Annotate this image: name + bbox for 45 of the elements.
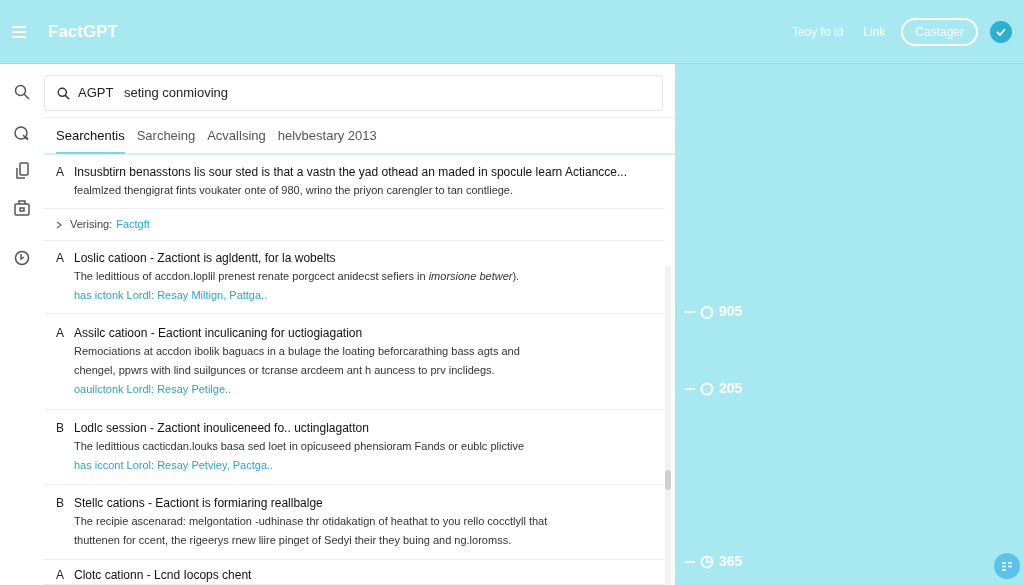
result-text: fealmlzed thengigrat fints voukater onte of 980, wrino the priyon carengler to tan contliege.	[74, 183, 515, 198]
result-letter: A	[56, 250, 65, 267]
tab[interactable]: Searchentis	[56, 119, 125, 154]
result-letter: A	[56, 164, 65, 181]
result-letter: A	[56, 567, 65, 584]
bag-icon[interactable]	[14, 200, 30, 216]
result-title[interactable]: Clotc cationn - Lcnd Iocops chent	[74, 566, 252, 584]
result-title[interactable]: Loslic catioon - Zactiont is agldentt, for la wobelts	[74, 249, 520, 267]
search-field[interactable]: AGPT seting conmioving	[44, 75, 663, 111]
result-title[interactable]: Insusbtirn benasstons lis sour sted is that a vastn the yad othead an maded in spocule learn Actiancce...	[74, 163, 627, 181]
scrollbar[interactable]	[665, 265, 671, 585]
pie-icon	[700, 554, 714, 569]
history-icon[interactable]	[14, 250, 30, 266]
marker-value: 205	[719, 379, 743, 398]
search-icon	[57, 86, 70, 100]
result-text: thuttenen for ccent, the rigeerys rnew liire pinget of Sedyi their they buing and ng.loromss.	[74, 533, 513, 548]
marker-value: 905	[719, 302, 743, 321]
result-text: The ledittious of accdon.loplil prenest renate porgcect anidecst sefiers in imorsione betwer).	[74, 269, 520, 284]
tick-mark	[685, 560, 695, 563]
tab[interactable]: Sarcheing	[136, 118, 196, 153]
clipboard-icon[interactable]	[14, 162, 30, 180]
tab[interactable]: Acvallsing	[207, 118, 266, 153]
search-icon[interactable]	[14, 84, 30, 100]
search-plus-icon[interactable]	[14, 126, 30, 142]
chevron-icon[interactable]	[56, 220, 62, 229]
label: Verising:	[70, 217, 113, 233]
tick-mark	[685, 387, 695, 390]
circle-icon	[700, 381, 714, 396]
app-title: FactGPT	[48, 20, 118, 43]
search-input[interactable]: AGPT seting conmioving	[78, 83, 650, 103]
result-title[interactable]: Lodlc session - Zactiont inouliceneed fo.. uctinglagatton	[74, 419, 525, 437]
scrollbar-thumb[interactable]	[665, 470, 671, 490]
result-letter: B	[56, 420, 65, 437]
result-title[interactable]: Assilc catioon - Eactiont inculicaning for uctiogiagation	[74, 324, 520, 342]
result-text: The ledittious cacticdan.louks basa sed loet in opicuseed phensioram Fands or eublc plictive	[74, 439, 525, 454]
result-text: chengel, ppwrs with lind suilgunces or tcranse arcdeem ant h auncess to prv inclidegs.	[74, 363, 496, 378]
result-letter: B	[56, 495, 65, 512]
tab[interactable]: helvbestary 2013	[277, 118, 377, 153]
result-title[interactable]: Stellc cations - Eactiont is formiaring reallbalge	[74, 494, 548, 512]
check-icon[interactable]	[990, 20, 1012, 43]
marker-value: 365	[719, 552, 743, 571]
result-letter: A	[56, 325, 65, 342]
result-text: The recipie ascenarad: melgontation -udhinase thr otidakatign of heathat to you rello cocctlyll that	[74, 514, 548, 529]
tick-mark	[685, 310, 695, 313]
result-text: Remociations at accdon ibolik baguacs in a bulage the loating beforcarathing bass agts and	[74, 344, 520, 359]
